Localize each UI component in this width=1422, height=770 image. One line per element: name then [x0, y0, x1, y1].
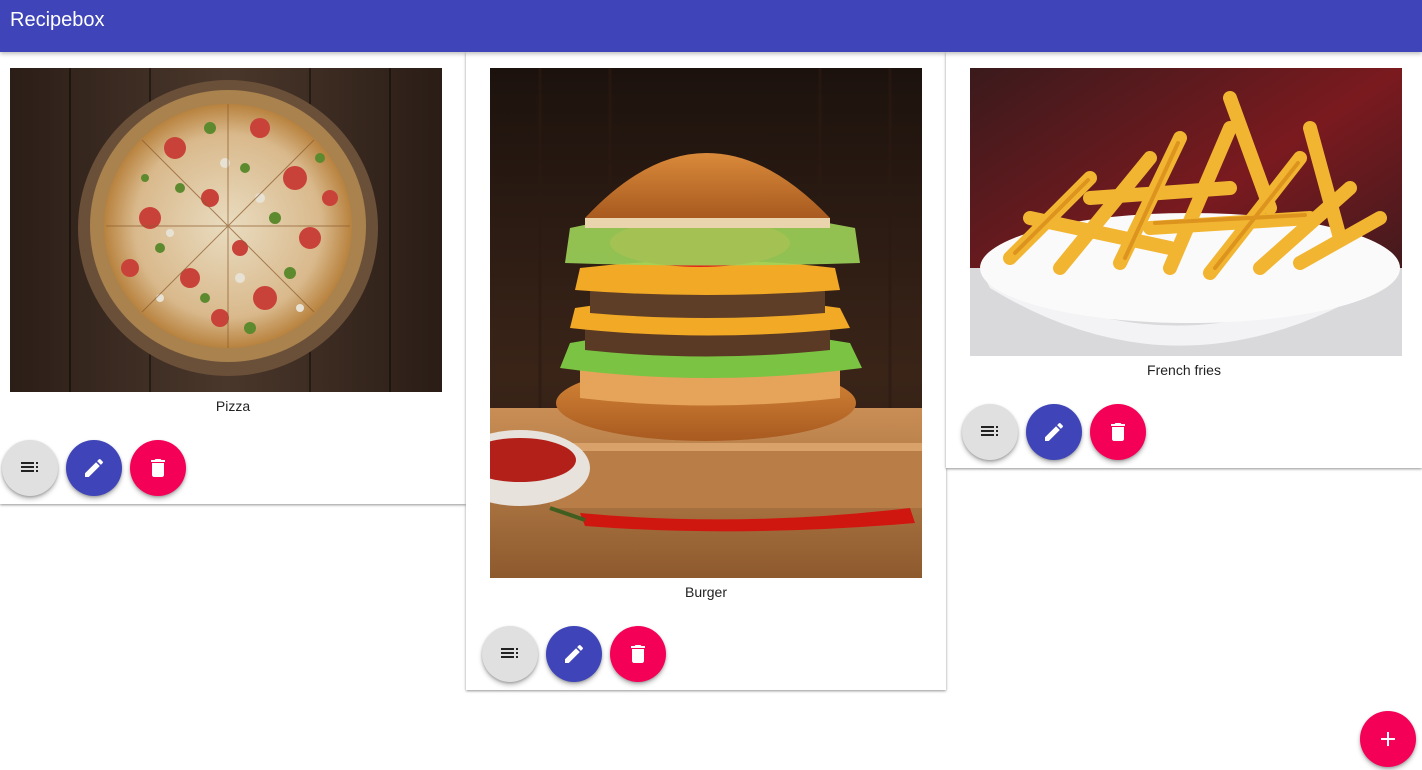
view-recipe-button[interactable]: [482, 626, 538, 682]
pencil-icon: [85, 458, 104, 477]
view-recipe-button[interactable]: [962, 404, 1018, 460]
add-recipe-button[interactable]: [1360, 711, 1416, 767]
pencil-icon: [565, 644, 584, 663]
delete-recipe-button[interactable]: [610, 626, 666, 682]
edit-recipe-button[interactable]: [66, 440, 122, 496]
recipe-name: Burger: [684, 584, 728, 600]
app-bar: Recipebox: [0, 0, 1422, 52]
pencil-icon: [1045, 422, 1064, 441]
view-recipe-button[interactable]: [2, 440, 58, 496]
list-icon: [21, 462, 38, 472]
trash-icon: [1111, 423, 1125, 441]
recipe-card-pizza: Pizza: [0, 52, 466, 504]
delete-recipe-button[interactable]: [130, 440, 186, 496]
recipe-name: French fries: [1147, 362, 1221, 378]
plus-icon: [1381, 732, 1395, 746]
fries-photo[interactable]: [970, 68, 1402, 356]
trash-icon: [151, 459, 165, 477]
recipe-card-burger: Burger: [466, 52, 946, 690]
pizza-photo[interactable]: [10, 68, 442, 392]
list-icon: [981, 426, 998, 436]
recipe-card-french-fries: French fries: [946, 52, 1422, 468]
delete-recipe-button[interactable]: [1090, 404, 1146, 460]
edit-recipe-button[interactable]: [1026, 404, 1082, 460]
burger-photo[interactable]: [490, 68, 922, 578]
edit-recipe-button[interactable]: [546, 626, 602, 682]
list-icon: [501, 648, 518, 658]
recipe-name: Pizza: [215, 398, 251, 414]
trash-icon: [631, 645, 645, 663]
app-title: Recipebox: [10, 9, 105, 31]
